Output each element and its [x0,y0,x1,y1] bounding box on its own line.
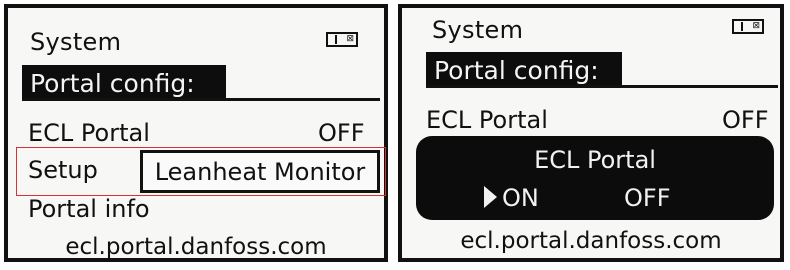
battery-mark: ⊠ [346,34,354,44]
ecl-portal-label[interactable]: ECL Portal [28,119,150,147]
battery-icon: ⊠ [732,19,764,34]
screen-title: System [30,28,122,56]
portal-url: ecl.portal.danfoss.com [65,234,327,260]
battery-mark: ⊠ [752,21,760,31]
ecl-portal-value: OFF [722,106,769,134]
battery-icon: ⊠ [326,32,358,47]
screen-title: System [432,16,524,44]
ecl-portal-label[interactable]: ECL Portal [426,106,548,134]
portal-config-header[interactable]: Portal config: [22,65,226,101]
setup-value-box[interactable]: Leanheat Monitor [140,150,380,193]
selection-arrow-icon [484,186,497,208]
display-screen-left: System ⊠ Portal config: ECL Portal OFF S… [4,4,388,262]
popup-title: ECL Portal [534,146,656,174]
portal-info-label[interactable]: Portal info [28,195,150,223]
option-off[interactable]: OFF [624,184,671,212]
ecl-portal-value: OFF [318,119,365,147]
display-screen-right: System ⊠ Portal config: ECL Portal OFF E… [398,4,784,262]
header-underline [22,98,380,101]
ecl-portal-popup: ECL Portal ON OFF [416,136,774,220]
setup-label[interactable]: Setup [28,156,98,184]
portal-url: ecl.portal.danfoss.com [460,228,722,254]
header-underline [426,85,778,88]
portal-config-header[interactable]: Portal config: [426,52,622,88]
option-on[interactable]: ON [502,184,539,212]
